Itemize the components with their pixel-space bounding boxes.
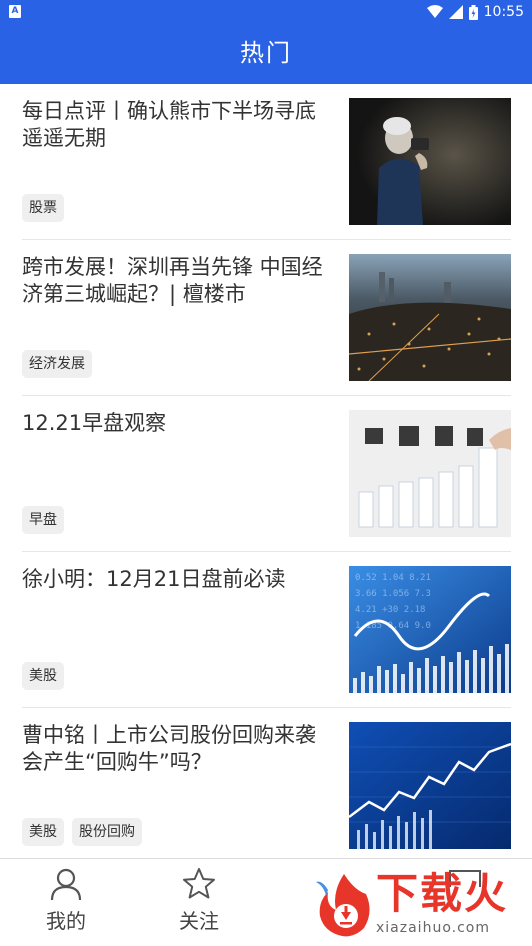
watermark-text: 下载火 (376, 869, 509, 918)
article-thumbnail[interactable] (349, 98, 511, 225)
person-icon (50, 868, 82, 901)
strategy-bar-chart-image (349, 410, 511, 537)
article-tag[interactable]: 经济发展 (22, 350, 92, 378)
tab-label: 我的 (46, 909, 86, 933)
wifi-icon (426, 5, 443, 18)
battery-icon (468, 4, 478, 20)
tab-follow[interactable]: 关注 (154, 867, 244, 934)
article-item[interactable]: 12.21早盘观察 早盘 (22, 396, 511, 552)
article-tag[interactable]: 股份回购 (72, 818, 142, 846)
sim-icon: A (9, 5, 21, 18)
article-title: 每日点评丨确认熊市下半场寻底遥遥无期 (22, 99, 316, 150)
article-tag[interactable]: 股票 (22, 194, 64, 222)
svg-text:3.66 1.056 7.3: 3.66 1.056 7.3 (355, 589, 431, 599)
article-item[interactable]: 跨市发展！深圳再当先锋 中国经济第三城崛起？| 檀楼市 经济发展 (22, 240, 511, 396)
page-title: 热门 (240, 39, 292, 67)
article-item[interactable]: 曹中铭丨上市公司股份回购来袭会产生“回购牛”吗？ 美股 股份回购 (22, 708, 511, 864)
article-title: 曹中铭丨上市公司股份回购来袭会产生“回购牛”吗？ (22, 723, 316, 774)
watermark: 下载火 xiazaihuo.com (310, 864, 532, 946)
clock: 10:55 (483, 4, 524, 20)
signal-icon (448, 5, 463, 19)
article-thumbnail[interactable] (349, 722, 511, 849)
tag-group: 经济发展 (22, 350, 92, 378)
article-thumbnail[interactable] (349, 410, 511, 537)
article-title: 跨市发展！深圳再当先锋 中国经济第三城崛起？| 檀楼市 (22, 255, 323, 306)
article-tag[interactable]: 美股 (22, 662, 64, 690)
svg-text:0.52 1.04 8.21: 0.52 1.04 8.21 (355, 573, 431, 583)
article-title: 徐小明：12月21日盘前必读 (22, 567, 286, 591)
tag-group: 早盘 (22, 506, 64, 534)
article-title: 12.21早盘观察 (22, 411, 167, 435)
status-icons: 10:55 (426, 3, 524, 21)
tab-label: 关注 (179, 909, 219, 933)
stock-ticker-board-image: 0.52 1.04 8.21 3.66 1.056 7.3 4.21 +30 2.… (349, 566, 511, 693)
svg-text:4.21 +30 2.18: 4.21 +30 2.18 (355, 605, 425, 615)
tab-mine[interactable]: 我的 (21, 867, 111, 934)
city-night-skyline-image (349, 254, 511, 381)
status-bar: A 10:55 (0, 0, 532, 24)
stock-line-chart-image (349, 722, 511, 849)
tag-group: 美股 (22, 662, 64, 690)
app-bar: 热门 (0, 24, 532, 84)
man-with-camera-image (349, 98, 511, 225)
article-item[interactable]: 徐小明：12月21日盘前必读 美股 0.52 1.04 8.21 3.66 1.0… (22, 552, 511, 708)
article-thumbnail[interactable]: 0.52 1.04 8.21 3.66 1.056 7.3 4.21 +30 2.… (349, 566, 511, 693)
article-thumbnail[interactable] (349, 254, 511, 381)
watermark-url: xiazaihuo.com (376, 920, 490, 936)
tag-group: 股票 (22, 194, 64, 222)
flame-logo-icon (316, 874, 370, 937)
article-tag[interactable]: 美股 (22, 818, 64, 846)
tag-group: 美股 股份回购 (22, 818, 142, 846)
article-item[interactable]: 每日点评丨确认熊市下半场寻底遥遥无期 股票 (22, 84, 511, 240)
article-tag[interactable]: 早盘 (22, 506, 64, 534)
star-icon (183, 868, 215, 899)
